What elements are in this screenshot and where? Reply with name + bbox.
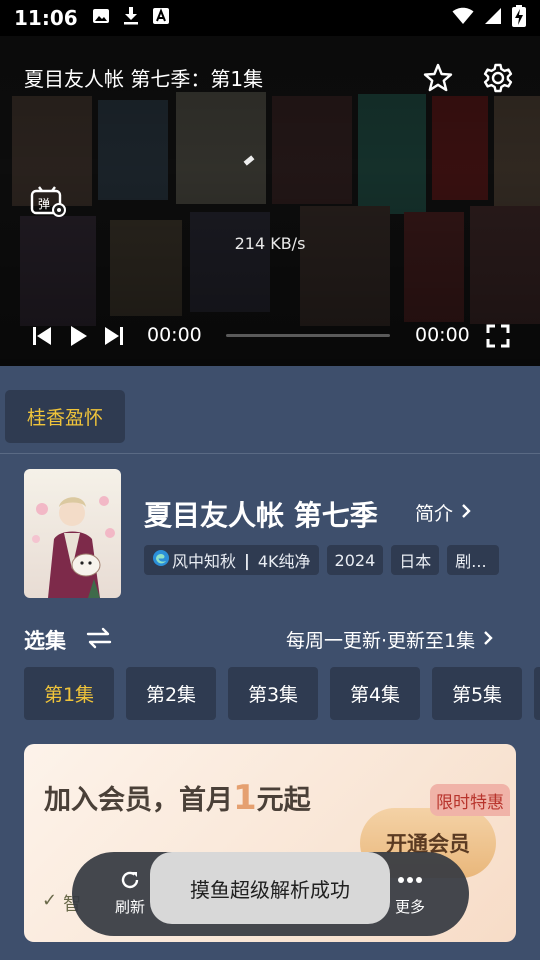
video-player[interactable]: 夏目友人帐 第七季：第1集 弹 214 KB/s 00:00 00:00 <box>0 36 540 366</box>
tag-source[interactable]: 风中知秋 | 4K纯净 <box>144 545 319 575</box>
source-section: 桂香盈怀 <box>0 366 540 454</box>
episode-section-title: 选集 <box>24 629 66 653</box>
current-time: 00:00 <box>147 324 202 346</box>
chevron-right-icon <box>483 629 493 651</box>
gear-icon[interactable] <box>482 62 514 94</box>
more-dots-icon <box>382 868 438 892</box>
episode-update-link[interactable]: 每周一更新·更新至1集 <box>286 626 493 653</box>
danmaku-icon[interactable]: 弹 <box>30 184 66 218</box>
more-button[interactable]: 更多 <box>382 868 438 917</box>
player-controls: 00:00 00:00 <box>0 318 540 354</box>
episode-button[interactable]: 第4集 <box>330 667 420 720</box>
tag-genre: 剧... <box>447 545 500 575</box>
vip-title: 加入会员，首月1元起 <box>44 778 311 818</box>
star-icon[interactable] <box>422 62 454 94</box>
edge-browser-icon <box>152 549 170 571</box>
skip-next-icon[interactable] <box>100 322 128 350</box>
check-icon: ✓ <box>42 890 58 911</box>
episode-button[interactable]: 第1集 <box>24 667 114 720</box>
show-tags: 风中知秋 | 4K纯净 2024 日本 剧... <box>144 545 500 575</box>
player-title: 夏目友人帐 第七季：第1集 <box>24 67 264 91</box>
network-speed: 214 KB/s <box>234 234 306 253</box>
chevron-right-icon <box>461 502 471 524</box>
episode-button[interactable]: 第5集 <box>432 667 522 720</box>
progress-bar[interactable] <box>226 334 390 337</box>
signal-icon <box>484 7 502 29</box>
svg-text:弹: 弹 <box>38 197 50 211</box>
show-title: 夏目友人帐 第七季 <box>144 499 378 532</box>
show-cover[interactable] <box>24 469 121 598</box>
toast-message: 摸鱼超级解析成功 <box>150 852 390 924</box>
battery-charging-icon <box>512 5 526 31</box>
tag-quality-label: 4K纯净 <box>257 552 311 571</box>
status-time: 11:06 <box>14 6 78 30</box>
episode-button[interactable]: 第3集 <box>228 667 318 720</box>
play-icon[interactable] <box>64 322 92 350</box>
image-icon <box>92 7 110 29</box>
wifi-icon <box>452 7 474 29</box>
download-icon <box>122 6 140 30</box>
intro-label: 简介 <box>415 503 454 525</box>
tag-year: 2024 <box>326 545 384 575</box>
episode-button-cutoff[interactable] <box>534 667 540 720</box>
fullscreen-icon[interactable] <box>484 322 512 350</box>
tag-region: 日本 <box>391 545 440 575</box>
text-a-icon <box>152 7 170 29</box>
tag-source-label: 风中知秋 <box>172 552 237 571</box>
episode-button[interactable]: 第2集 <box>126 667 216 720</box>
limited-offer-badge: 限时特惠 <box>430 784 510 816</box>
episode-list: 第1集 第2集 第3集 第4集 第5集 <box>24 667 522 720</box>
total-time: 00:00 <box>415 324 470 346</box>
status-bar: 11:06 <box>0 0 540 36</box>
sort-swap-icon[interactable] <box>86 626 112 650</box>
skip-previous-icon[interactable] <box>28 322 56 350</box>
episode-update-text: 每周一更新·更新至1集 <box>286 630 476 652</box>
intro-link[interactable]: 简介 <box>415 499 471 526</box>
source-chip[interactable]: 桂香盈怀 <box>5 390 125 443</box>
